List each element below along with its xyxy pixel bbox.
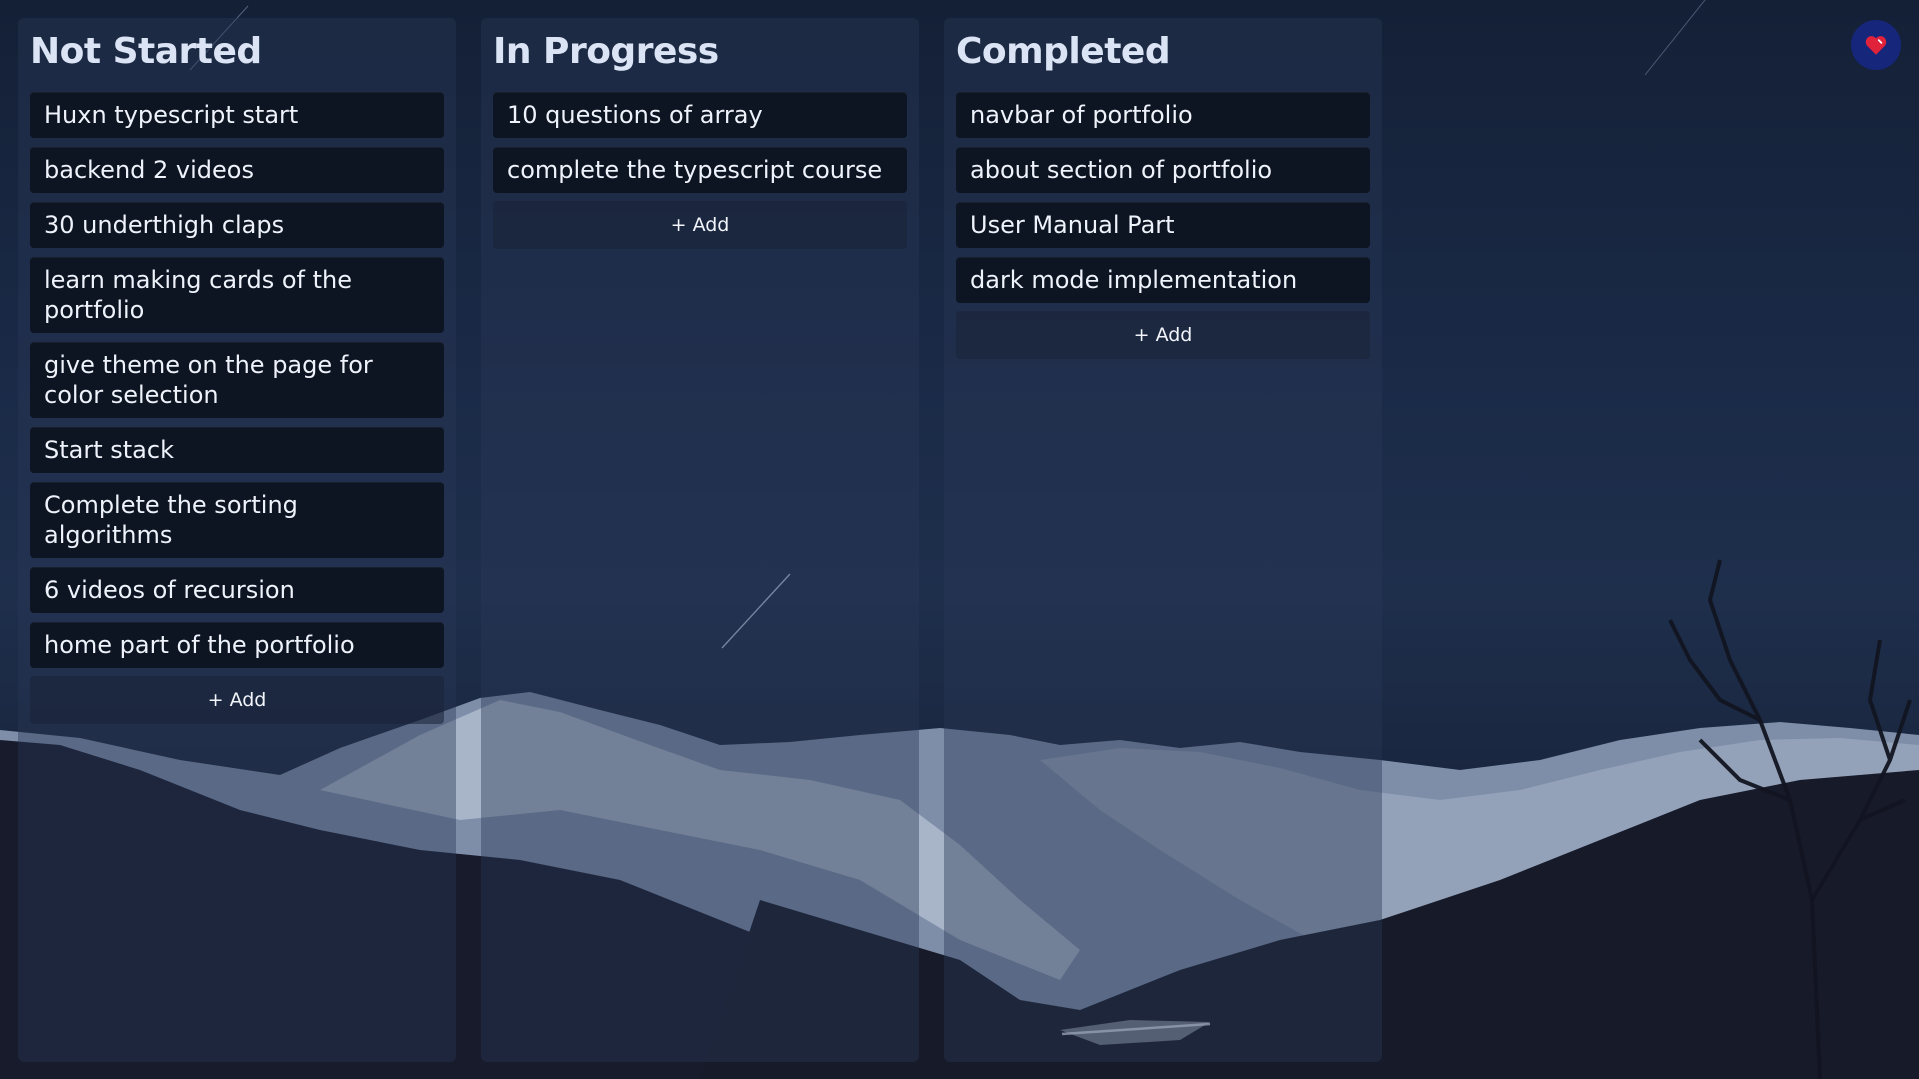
- task-card[interactable]: about section of portfolio: [956, 146, 1370, 193]
- column-completed: Completed navbar of portfolio about sect…: [944, 18, 1382, 1062]
- task-card[interactable]: dark mode implementation: [956, 256, 1370, 303]
- task-card[interactable]: Huxn typescript start: [30, 91, 444, 138]
- kanban-board: Not Started Huxn typescript start backen…: [18, 18, 1382, 1062]
- column-not-started: Not Started Huxn typescript start backen…: [18, 18, 456, 1062]
- card-list: 10 questions of array complete the types…: [493, 91, 907, 193]
- column-in-progress: In Progress 10 questions of array comple…: [481, 18, 919, 1062]
- task-card[interactable]: User Manual Part: [956, 201, 1370, 248]
- add-card-button[interactable]: + Add: [30, 675, 444, 724]
- task-card[interactable]: backend 2 videos: [30, 146, 444, 193]
- task-card[interactable]: give theme on the page for color selecti…: [30, 341, 444, 418]
- column-title: Completed: [956, 31, 1171, 72]
- task-card[interactable]: learn making cards of the portfolio: [30, 256, 444, 333]
- task-card[interactable]: Start stack: [30, 426, 444, 473]
- task-card[interactable]: 10 questions of array: [493, 91, 907, 138]
- column-title: Not Started: [30, 31, 262, 72]
- column-title: In Progress: [493, 31, 719, 72]
- add-card-button[interactable]: + Add: [493, 200, 907, 249]
- heart-icon: [1865, 36, 1887, 55]
- add-card-button[interactable]: + Add: [956, 310, 1370, 359]
- task-card[interactable]: 30 underthigh claps: [30, 201, 444, 248]
- card-list: navbar of portfolio about section of por…: [956, 91, 1370, 303]
- task-card[interactable]: complete the typescript course: [493, 146, 907, 193]
- app-root: Not Started Huxn typescript start backen…: [0, 0, 1919, 1079]
- card-list: Huxn typescript start backend 2 videos 3…: [30, 91, 444, 668]
- theme-toggle-button[interactable]: [1851, 20, 1901, 70]
- task-card[interactable]: home part of the portfolio: [30, 621, 444, 668]
- task-card[interactable]: Complete the sorting algorithms: [30, 481, 444, 558]
- task-card[interactable]: 6 videos of recursion: [30, 566, 444, 613]
- task-card[interactable]: navbar of portfolio: [956, 91, 1370, 138]
